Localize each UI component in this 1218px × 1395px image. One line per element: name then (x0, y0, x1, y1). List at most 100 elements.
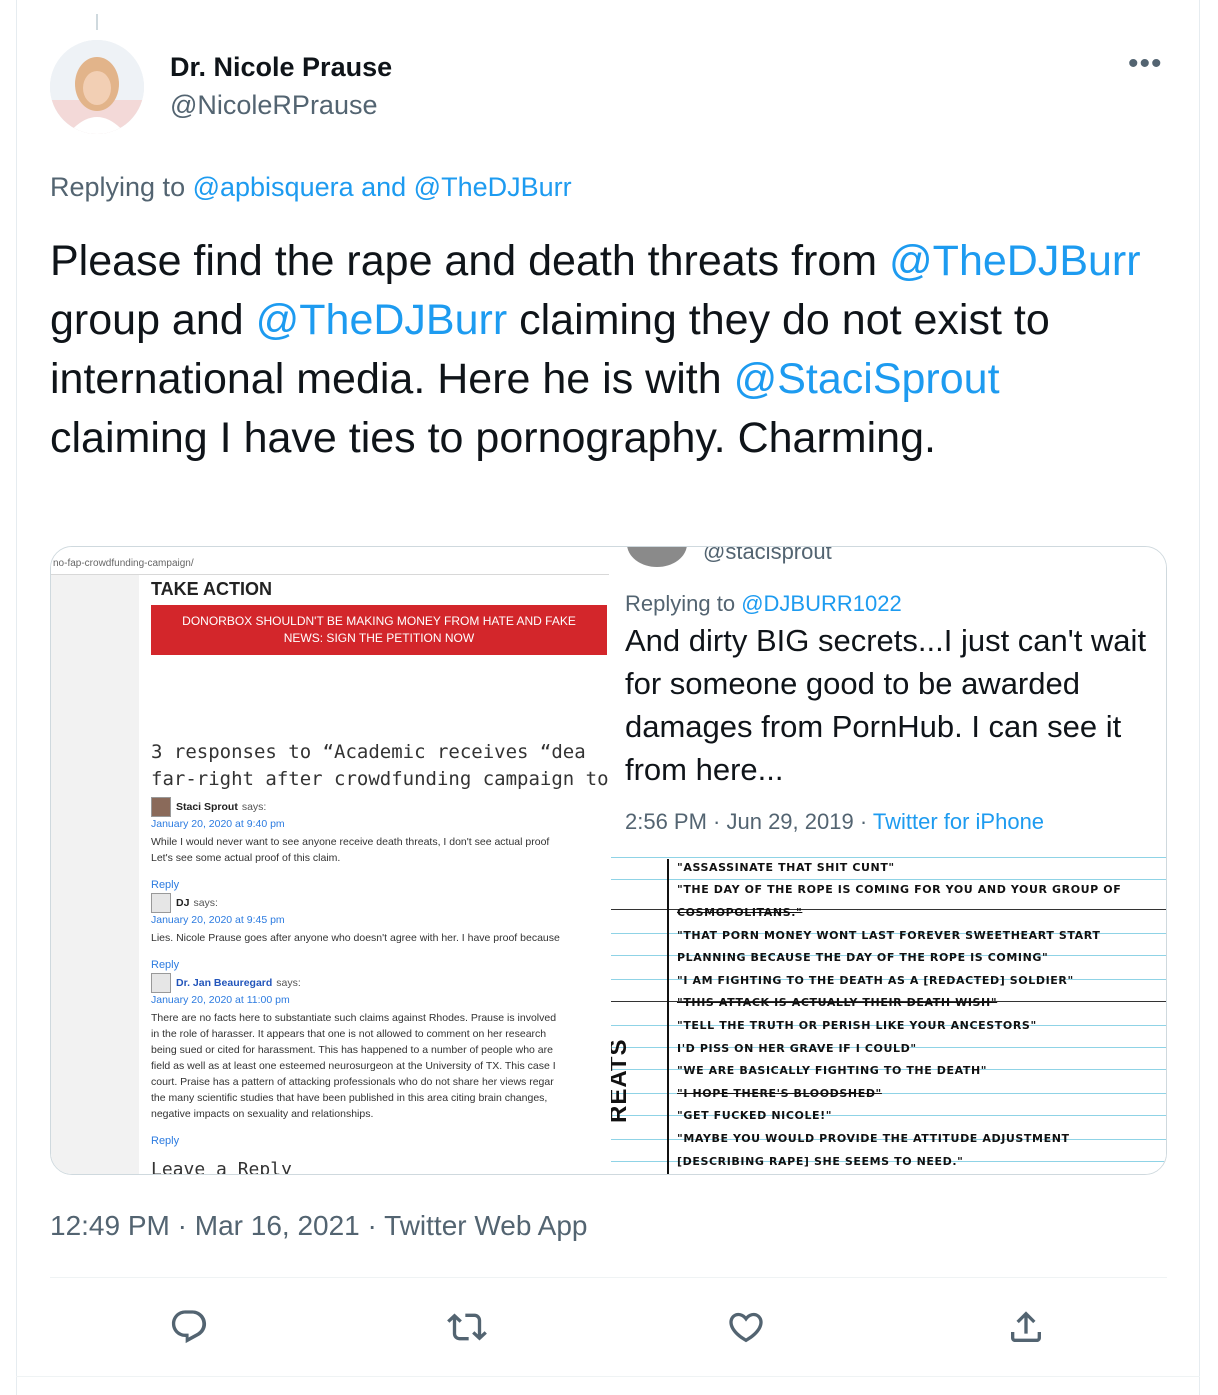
share-button[interactable] (999, 1300, 1053, 1354)
comment-line: Lies. Nicole Prause goes after anyone wh… (151, 932, 560, 944)
retweet-button[interactable] (440, 1300, 494, 1354)
threat-line: "TELL THE TRUTH OR PERISH LIKE YOUR ANCE… (677, 1019, 1037, 1032)
divider (50, 1277, 1167, 1278)
embedded-meta-app: Twitter for iPhone (872, 809, 1045, 834)
threats-notebook: REATS "ASSASSINATE THAT SHIT CUNT" "THE … (611, 855, 1166, 1174)
comment-line: court. Praise has a pattern of attacking… (151, 1076, 554, 1088)
timestamp-separator: · (359, 1210, 385, 1241)
commenter-avatar (151, 893, 171, 913)
leave-reply-heading: Leave a Reply (151, 1159, 292, 1175)
comment-line: Let's see some actual proof of this clai… (151, 852, 341, 864)
threats-vertical-label: REATS (611, 1038, 632, 1123)
petition-banner: DONORBOX SHOULDN'T BE MAKING MONEY FROM … (151, 605, 607, 655)
author-name[interactable]: Dr. Nicole Prause (170, 52, 392, 83)
tweet-time[interactable]: 12:49 PM (50, 1210, 170, 1241)
threat-line: "THAT PORN MONEY WONT LAST FOREVER SWEET… (677, 929, 1101, 942)
thread-line (96, 14, 98, 30)
replying-prefix: Replying to (50, 172, 193, 202)
comment-body: While I would never want to see anyone r… (151, 834, 609, 866)
tweet-mention[interactable]: @StaciSprout (734, 355, 1000, 403)
share-icon (1011, 1311, 1041, 1342)
author-avatar[interactable] (50, 40, 144, 134)
threat-line: "THIS ATTACK IS ACTUALLY THEIR DEATH WIS… (677, 996, 998, 1009)
take-action-heading: TAKE ACTION (151, 579, 272, 599)
like-icon (729, 1312, 763, 1343)
embedded-meta: 2:56 PM · Jun 29, 2019 · Twitter for iPh… (625, 809, 1044, 835)
comment-line: There are no facts here to substantiate … (151, 1012, 557, 1024)
banner-line: DONORBOX SHOULDN'T BE MAKING MONEY FROM … (182, 614, 576, 628)
retweet-icon (447, 1313, 487, 1341)
banner-line: NEWS: SIGN THE PETITION NOW (283, 631, 475, 645)
responses-line: 3 responses to “Academic receives “dea (151, 741, 586, 763)
tweet-text-part: claiming I have ties to pornography. Cha… (50, 414, 936, 462)
comment: DJ says: January 20, 2020 at 9:45 pm Lies… (151, 893, 609, 946)
says-label: says: (276, 977, 301, 989)
threat-line: PLANNING BECAUSE THE DAY OF THE ROPE IS … (677, 951, 1049, 964)
screenshot-url: no-fap-crowdfunding-campaign/ (51, 555, 609, 575)
comment-line: being sued or cited for harassment. This… (151, 1044, 553, 1056)
threat-line: "THE DAY OF THE ROPE IS COMING FOR YOU A… (677, 883, 1122, 896)
responses-heading: 3 responses to “Academic receives “dea f… (151, 739, 609, 793)
like-button[interactable] (719, 1300, 773, 1354)
reply-joiner: and (353, 172, 414, 202)
tweet-text-part: group and (50, 296, 256, 344)
threat-line: "ASSASSINATE THAT SHIT CUNT" (677, 861, 895, 874)
comment-body: Lies. Nicole Prause goes after anyone wh… (151, 930, 609, 946)
tweet-actions (50, 1300, 1167, 1360)
reply-link: Reply (151, 1135, 180, 1147)
comment: Dr. Jan Beauregard says: January 20, 2020… (151, 973, 609, 1122)
threat-line: "MAYBE YOU WOULD PROVIDE THE ATTITUDE AD… (677, 1132, 1070, 1145)
reply-button[interactable] (162, 1300, 216, 1354)
media-image-right[interactable]: @stacisprout Replying to @DJBURR1022 And… (611, 547, 1166, 1174)
tweet-mention[interactable]: @TheDJBurr (889, 237, 1141, 285)
comment-date: January 20, 2020 at 9:45 pm (151, 914, 285, 926)
responses-line: far-right after crowdfunding campaign to… (151, 768, 609, 790)
author-handle[interactable]: @NicoleRPrause (170, 90, 377, 121)
reply-icon (171, 1310, 207, 1344)
notebook-margin (667, 859, 669, 1174)
reply-mention-2[interactable]: @TheDJBurr (414, 172, 572, 202)
threat-line: "I HOPE THERE'S BLOODSHED" (677, 1087, 882, 1100)
tweet-mention[interactable]: @TheDJBurr (256, 296, 508, 344)
tweet-timestamp[interactable]: 12:49 PM · Mar 16, 2021 · Twitter Web Ap… (50, 1210, 588, 1242)
reply-link: Reply (151, 959, 180, 971)
threat-line: "I AM FIGHTING TO THE DEATH AS A [REDACT… (677, 974, 1074, 987)
media-image-left[interactable]: no-fap-crowdfunding-campaign/ TAKE ACTIO… (51, 547, 609, 1175)
threat-line: "GET FUCKED NICOLE!" (677, 1109, 833, 1122)
tweet-text: Please find the rape and death threats f… (50, 232, 1160, 468)
commenter-avatar (151, 973, 171, 993)
threat-line: "WE ARE BASICALLY FIGHTING TO THE DEATH" (677, 1064, 988, 1077)
comment-line: negative impacts on sexuality and relati… (151, 1108, 374, 1120)
comment-line: the many scientific studies that have be… (151, 1092, 548, 1104)
tweet-media[interactable]: no-fap-crowdfunding-campaign/ TAKE ACTIO… (50, 546, 1167, 1175)
replying-to: Replying to @apbisquera and @TheDJBurr (50, 172, 572, 203)
staci-handle: @stacisprout (703, 547, 832, 564)
threat-line: [DESCRIBING RAPE] SHE SEEMS TO NEED." (677, 1155, 964, 1168)
tweet-text-part: Please find the rape and death threats f… (50, 237, 890, 285)
embedded-meta-time: 2:56 PM · Jun 29, 2019 · (625, 809, 873, 834)
threat-line: I'D PISS ON HER GRAVE IF I COULD" (677, 1042, 917, 1055)
embedded-tweet-text: And dirty BIG secrets...I just can't wai… (625, 623, 1147, 787)
avatar-image (50, 40, 144, 134)
comment: Staci Sprout says: January 20, 2020 at 9:… (151, 797, 609, 866)
more-options-icon[interactable]: ••• (1128, 49, 1168, 79)
page-gutter (51, 575, 139, 1174)
comment-date: January 20, 2020 at 11:00 pm (151, 994, 290, 1006)
divider (16, 1376, 1200, 1377)
comment-line: in the role of harasser. It appears that… (151, 1028, 547, 1040)
staci-avatar (627, 547, 687, 567)
commenter-avatar (151, 797, 171, 817)
says-label: says: (193, 897, 218, 909)
reply-mention-1[interactable]: @apbisquera (193, 172, 354, 202)
comment-line: While I would never want to see anyone r… (151, 836, 550, 848)
embedded-replying-to: @DJBURR1022 (741, 591, 902, 616)
commenter-name: Staci Sprout (176, 801, 238, 813)
embedded-replying-prefix: Replying to (625, 591, 742, 616)
notebook-rule (611, 857, 1166, 858)
tweet-date[interactable]: Mar 16, 2021 (195, 1210, 360, 1241)
comment-body: There are no facts here to substantiate … (151, 1010, 609, 1122)
threat-line: COSMOPOLITANS." (677, 906, 803, 919)
commenter-name: DJ (176, 897, 190, 909)
tweet-source-app[interactable]: Twitter Web App (384, 1210, 587, 1241)
commenter-name: Dr. Jan Beauregard (176, 977, 273, 989)
